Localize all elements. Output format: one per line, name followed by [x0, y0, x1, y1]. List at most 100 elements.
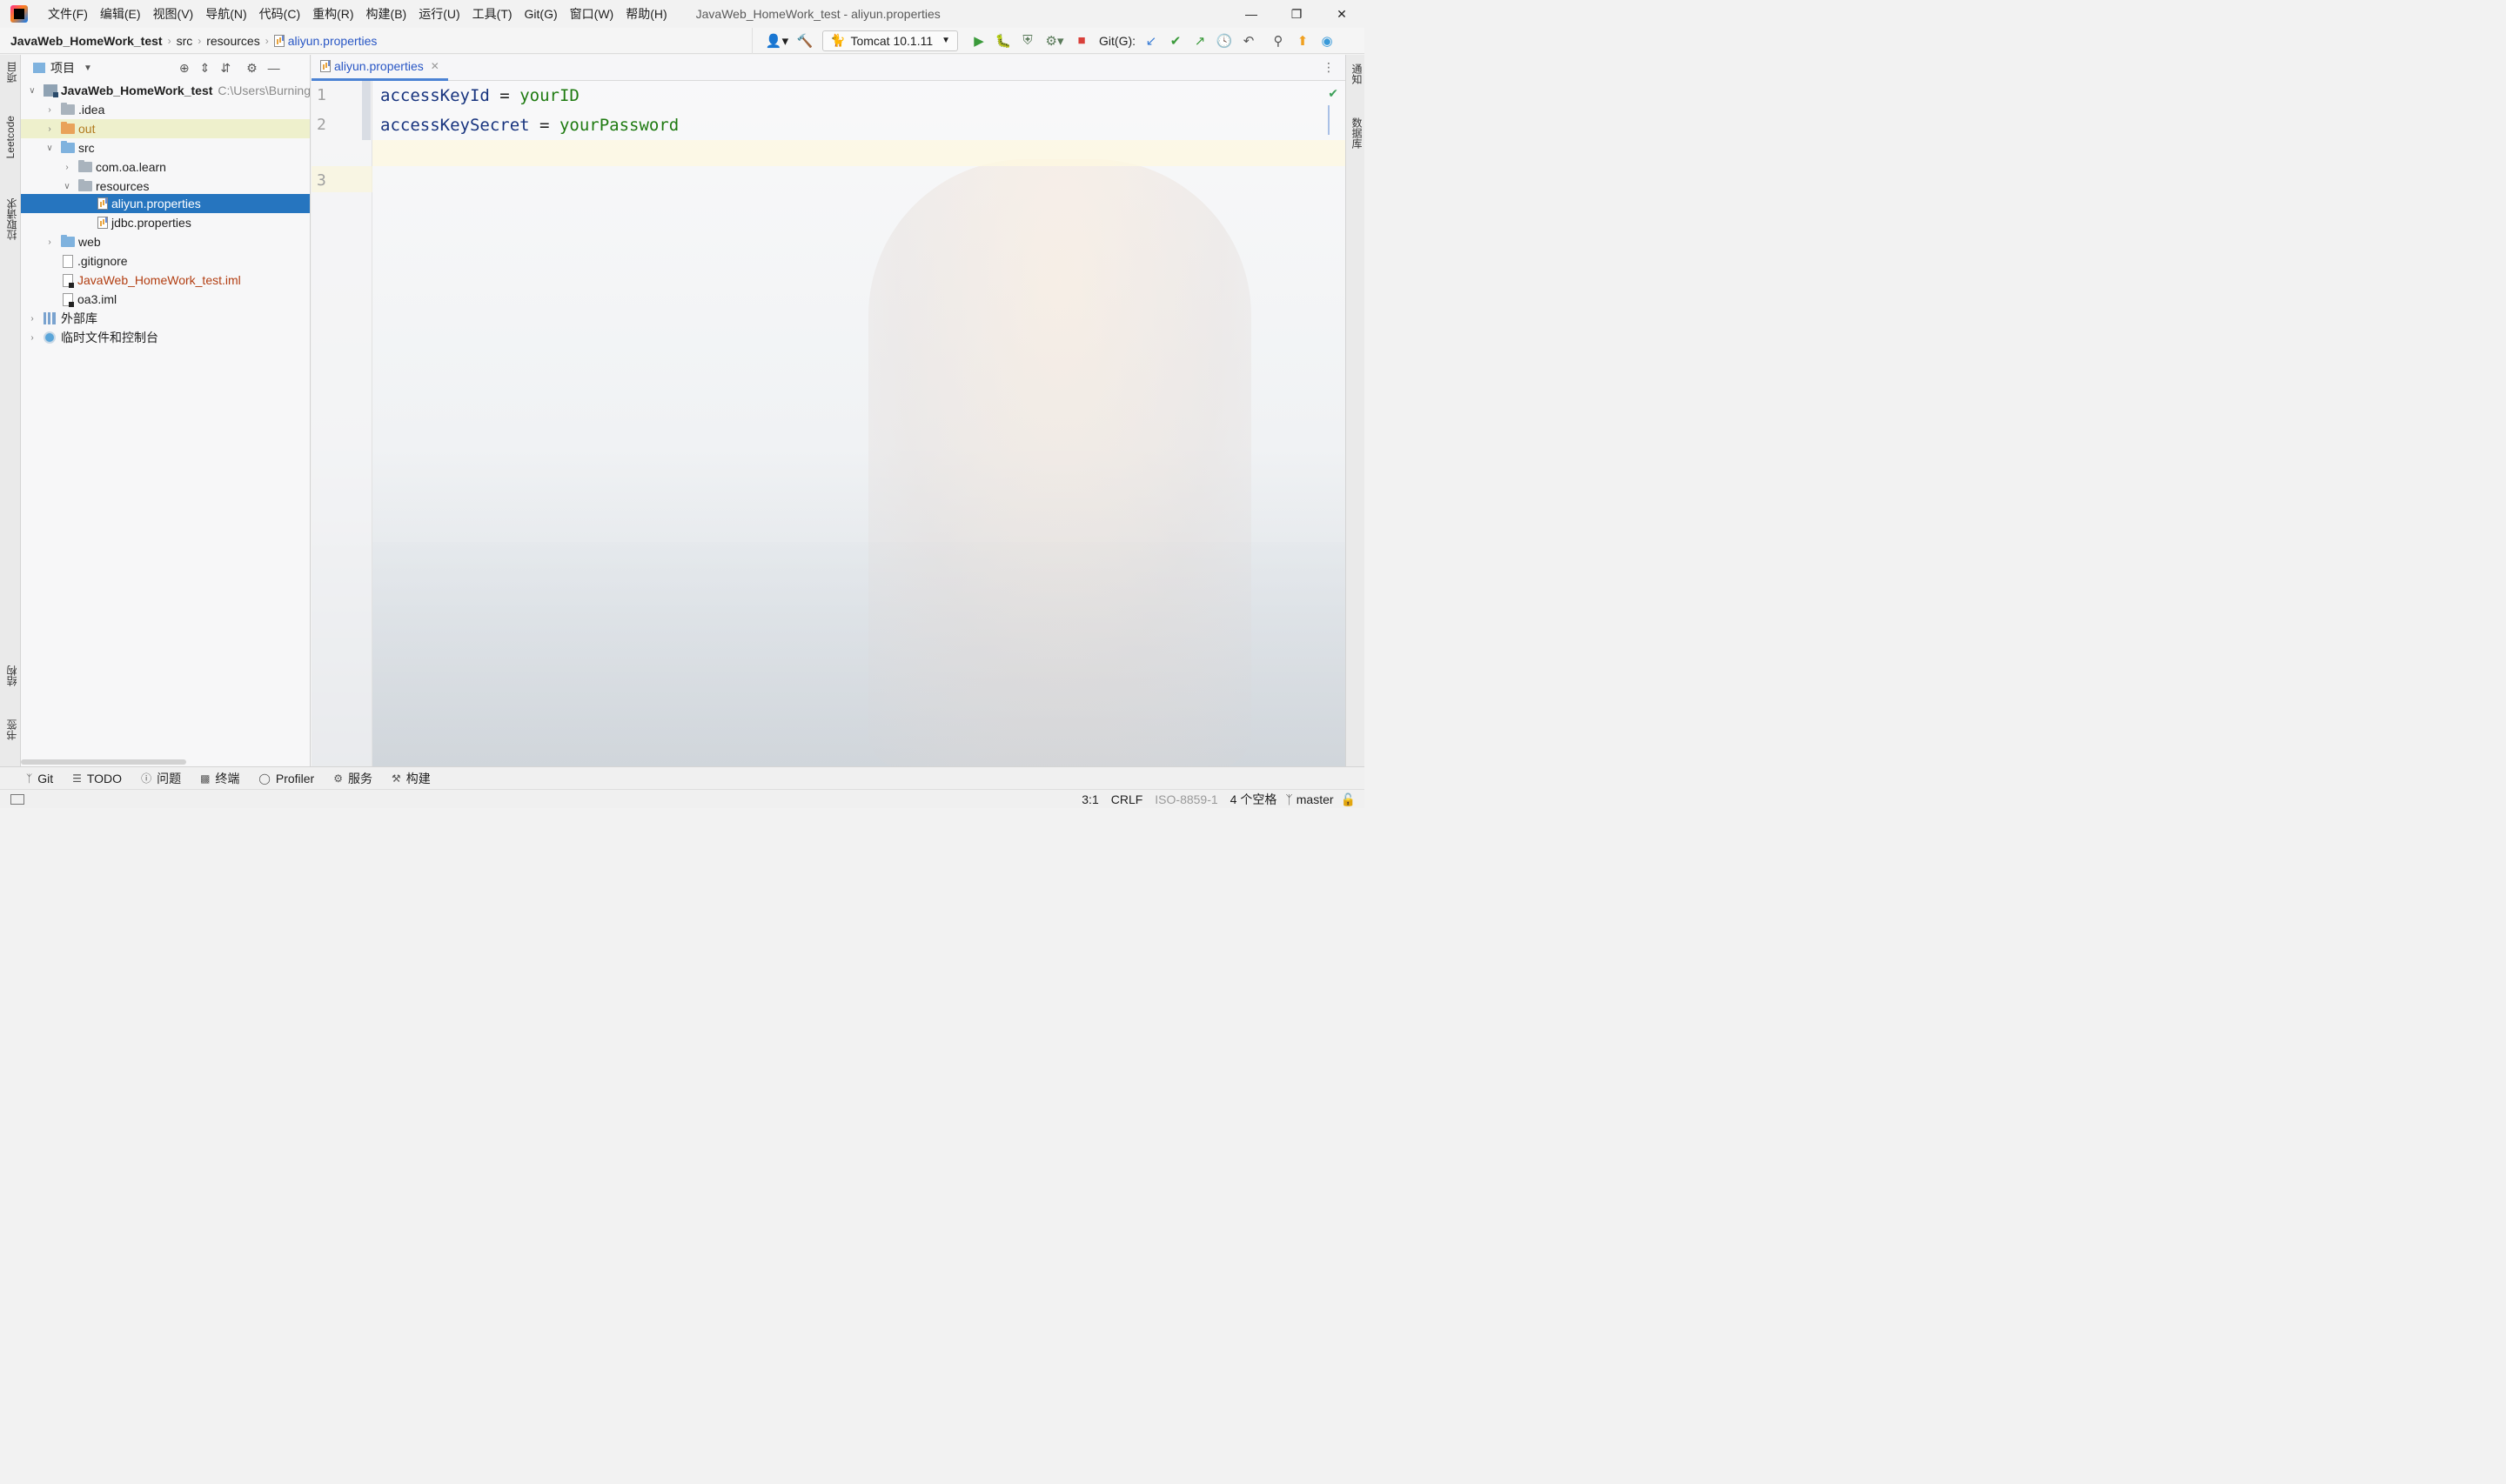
tool-button-services[interactable]: ⚙ 服务: [333, 770, 372, 787]
more-options-icon[interactable]: ⋮: [1323, 60, 1335, 75]
update-icon[interactable]: ⬆: [1290, 30, 1315, 52]
breadcrumb-project[interactable]: JavaWeb_HomeWork_test: [10, 34, 163, 48]
chevron-right-icon[interactable]: ›: [26, 314, 38, 324]
breadcrumb-file[interactable]: aliyun.properties: [288, 34, 378, 48]
tree-item-aliyun-properties[interactable]: aliyun.properties: [21, 194, 310, 213]
menu-refactor[interactable]: 重构(R): [306, 5, 359, 23]
menu-git[interactable]: Git(G): [519, 7, 564, 21]
stop-icon[interactable]: ■: [1069, 30, 1094, 52]
tree-item-out[interactable]: › out: [21, 119, 310, 138]
chevron-down-icon[interactable]: ∨: [61, 182, 73, 191]
tool-tab-database[interactable]: 数据库: [1350, 117, 1364, 149]
tool-button-problems[interactable]: ⓘ 问题: [141, 770, 181, 787]
line-separator[interactable]: CRLF: [1111, 792, 1143, 806]
menu-help[interactable]: 帮助(H): [620, 5, 673, 23]
breadcrumb-src[interactable]: src: [177, 34, 193, 48]
tool-button-git[interactable]: ᛉ Git: [26, 772, 53, 785]
close-button[interactable]: ✕: [1319, 0, 1364, 28]
tool-tab-bookmarks[interactable]: 书签: [4, 719, 19, 740]
navigation-bar: JavaWeb_HomeWork_test › src › resources …: [0, 27, 1364, 54]
git-branch[interactable]: master: [1297, 792, 1334, 806]
toggle-tool-windows-icon[interactable]: [10, 793, 24, 805]
tree-item-project-iml[interactable]: JavaWeb_HomeWork_test.iml: [21, 271, 310, 290]
tree-item-label: com.oa.learn: [96, 160, 166, 174]
tree-item-scratches[interactable]: › 临时文件和控制台: [21, 328, 310, 347]
git-history-icon[interactable]: 🕓: [1212, 30, 1236, 52]
debug-icon[interactable]: 🐛: [991, 30, 1015, 52]
git-update-icon[interactable]: ↙: [1139, 30, 1163, 52]
expand-all-icon[interactable]: ⇕: [200, 61, 211, 76]
tool-button-todo[interactable]: ☰ TODO: [72, 772, 122, 785]
project-view-title[interactable]: 项目: [50, 59, 75, 77]
indent-setting[interactable]: 4 个空格: [1230, 791, 1277, 808]
close-icon[interactable]: ✕: [431, 60, 439, 72]
chevron-down-icon[interactable]: ∨: [44, 144, 56, 153]
tool-tab-structure[interactable]: 结构: [4, 665, 19, 686]
tree-item-resources[interactable]: ∨ resources: [21, 177, 310, 196]
tree-item-idea[interactable]: › .idea: [21, 100, 310, 119]
hide-icon[interactable]: —: [268, 61, 280, 75]
code-line[interactable]: accessKeySecret = yourPassword: [380, 116, 679, 135]
run-icon[interactable]: ▶: [967, 30, 991, 52]
no-problems-check-icon[interactable]: ✔: [1328, 86, 1338, 101]
tool-tab-notifications[interactable]: 通知: [1350, 64, 1364, 84]
git-push-icon[interactable]: ↗: [1188, 30, 1212, 52]
caret-position[interactable]: 3:1: [1082, 792, 1098, 806]
menu-tools[interactable]: 工具(T): [466, 5, 519, 23]
tool-button-profiler[interactable]: ◯ Profiler: [258, 772, 314, 785]
menu-navigate[interactable]: 导航(N): [199, 5, 252, 23]
tool-button-terminal[interactable]: ▩ 终端: [200, 770, 239, 787]
editor-tab-aliyun-properties[interactable]: aliyun.properties ✕: [312, 55, 448, 81]
build-hammer-icon[interactable]: 🔨: [793, 30, 817, 52]
search-icon[interactable]: ⚲: [1266, 30, 1290, 52]
minimize-button[interactable]: —: [1229, 0, 1274, 28]
menu-build[interactable]: 构建(B): [360, 5, 413, 23]
locate-icon[interactable]: ⊕: [179, 61, 190, 76]
chevron-right-icon[interactable]: ›: [44, 124, 56, 134]
coverage-icon[interactable]: ⛨: [1015, 30, 1040, 52]
git-rollback-icon[interactable]: ↶: [1236, 30, 1261, 52]
chevron-down-icon[interactable]: ▼: [84, 64, 92, 73]
menu-code[interactable]: 代码(C): [253, 5, 306, 23]
account-icon[interactable]: 👤▾: [761, 30, 793, 52]
tree-item-oa3-iml[interactable]: oa3.iml: [21, 290, 310, 309]
horizontal-scrollbar[interactable]: [21, 759, 186, 765]
chevron-down-icon[interactable]: ∨: [26, 86, 38, 96]
tool-tab-leetcode[interactable]: Leetcode: [4, 116, 17, 158]
tool-tab-pull-requests[interactable]: 拉取请求: [4, 198, 19, 240]
tree-item-src[interactable]: ∨ src: [21, 138, 310, 157]
code-line[interactable]: accessKeyId = yourID: [380, 86, 580, 105]
tree-item-label: JavaWeb_HomeWork_test: [60, 84, 213, 97]
menu-run[interactable]: 运行(U): [412, 5, 466, 23]
gear-icon[interactable]: ⚙: [246, 61, 258, 76]
background-astronaut-image: [868, 159, 1251, 766]
menu-view[interactable]: 视图(V): [147, 5, 200, 23]
menu-window[interactable]: 窗口(W): [564, 5, 620, 23]
tree-item-com-oa-learn[interactable]: › com.oa.learn: [21, 157, 310, 177]
tree-item-jdbc-properties[interactable]: jdbc.properties: [21, 213, 310, 232]
project-panel: 项目 ▼ ⊕ ⇕ ⇵ ⚙ — ∨ JavaWeb_HomeWork_test C…: [21, 55, 311, 766]
tree-item-web[interactable]: › web: [21, 232, 310, 251]
plugin-icon[interactable]: ◉: [1315, 30, 1339, 52]
file-encoding[interactable]: ISO-8859-1: [1155, 792, 1217, 806]
chevron-right-icon[interactable]: ›: [44, 105, 56, 115]
module-icon: [43, 84, 58, 97]
collapse-all-icon[interactable]: ⇵: [220, 61, 231, 76]
chevron-right-icon[interactable]: ›: [44, 237, 56, 247]
menu-edit[interactable]: 编辑(E): [94, 5, 147, 23]
tree-item-gitignore[interactable]: .gitignore: [21, 251, 310, 271]
profile-icon[interactable]: ⚙▾: [1040, 30, 1069, 52]
run-configuration-select[interactable]: 🐈 Tomcat 10.1.11 ▼: [822, 30, 959, 51]
tool-button-build[interactable]: ⚒ 构建: [392, 770, 431, 787]
tree-item-external-libraries[interactable]: › 外部库: [21, 309, 310, 328]
tool-tab-project[interactable]: 项目: [4, 62, 19, 83]
lock-icon[interactable]: 🔓: [1341, 792, 1356, 807]
chevron-right-icon[interactable]: ›: [61, 163, 73, 172]
menu-file[interactable]: 文件(F): [42, 5, 94, 23]
chevron-right-icon[interactable]: ›: [26, 333, 38, 343]
tree-item-project-root[interactable]: ∨ JavaWeb_HomeWork_test C:\Users\Burning: [21, 81, 310, 100]
breadcrumb-resources[interactable]: resources: [206, 34, 259, 48]
git-commit-icon[interactable]: ✔: [1163, 30, 1188, 52]
scrollbar-marker[interactable]: [1328, 105, 1330, 135]
restore-button[interactable]: ❐: [1274, 0, 1319, 28]
